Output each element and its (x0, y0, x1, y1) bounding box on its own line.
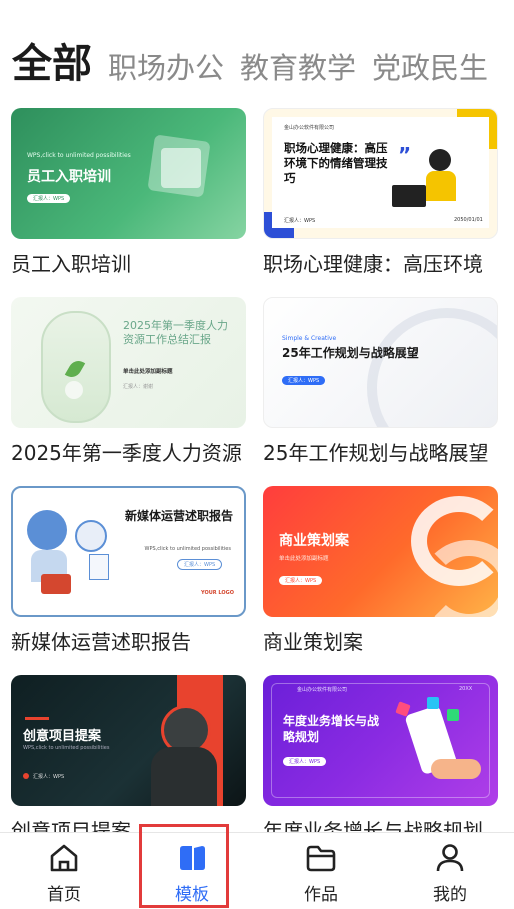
nav-home-label: 首页 (47, 885, 81, 905)
person-illustration (27, 510, 67, 550)
block-icon (447, 709, 459, 721)
thumb-pill: 汇报人：WPS (27, 194, 71, 203)
hand-illustration (431, 759, 481, 779)
accent-bar (25, 717, 49, 720)
template-thumbnail[interactable]: 金山办公软件有限公司 20XX 年度业务增长与战略规划 汇报人：WPS (263, 675, 498, 806)
thumb-title: 商业策划案 (279, 533, 349, 549)
nav-works-label: 作品 (304, 885, 338, 905)
person-illustration (75, 520, 107, 552)
template-card-work-plan[interactable]: Simple & Creative 25年工作规划与战略展望 汇报人：WPS 2… (263, 297, 498, 466)
thumb-subtitle: WPS,click to unlimited possibilities (144, 546, 231, 552)
thumb-pill: 汇报人：WPS (279, 576, 323, 585)
template-card-creative-proposal[interactable]: 创意项目提案 WPS,click to unlimited possibilit… (11, 675, 246, 844)
nav-works[interactable]: 作品 (257, 833, 385, 909)
person-illustration (426, 171, 456, 201)
template-thumbnail[interactable]: 新媒体运营述职报告 WPS,click to unlimited possibi… (11, 486, 246, 617)
nav-home[interactable]: 首页 (0, 833, 128, 909)
template-card-new-media[interactable]: 新媒体运营述职报告 WPS,click to unlimited possibi… (11, 486, 246, 655)
bottom-nav: 首页 模板 作品 我的 (0, 832, 514, 909)
document-illustration (89, 554, 109, 580)
tab-government[interactable]: 党政民生 (372, 46, 488, 90)
thumb-company: 金山办公软件有限公司 (297, 687, 348, 693)
quote-icon: ” (398, 143, 412, 167)
tab-education[interactable]: 教育教学 (240, 46, 356, 90)
template-thumbnail[interactable]: 2025年第一季度人力资源工作总结汇报 单击此处添加副标题 汇报人：谢谢 (11, 297, 246, 428)
block-icon (427, 697, 439, 709)
thumb-title: 25年工作规划与战略展望 (282, 346, 419, 360)
thumb-subtitle: WPS,click to unlimited possibilities (27, 152, 131, 159)
template-caption: 25年工作规划与战略展望 (263, 441, 489, 465)
template-thumbnail[interactable]: 商业策划案 单击此处添加副标题 汇报人：WPS (263, 486, 498, 617)
nav-profile[interactable]: 我的 (386, 833, 514, 909)
tab-all[interactable]: 全部 (12, 38, 92, 90)
template-thumbnail[interactable]: 创意项目提案 WPS,click to unlimited possibilit… (11, 675, 246, 806)
template-thumbnail[interactable]: 金山办公软件有限公司 职场心理健康：高压环境下的情绪管理技巧 ” 汇报人：WPS… (263, 108, 498, 239)
selection-highlight (139, 824, 229, 908)
thumb-title: 创意项目提案 (23, 729, 102, 744)
template-caption: 员工入职培训 (11, 252, 131, 276)
thumb-logo: YOUR LOGO (201, 590, 234, 596)
cube-graphic-inner (161, 148, 201, 188)
category-tabs: 全部 职场办公 教育教学 党政民生 (12, 38, 504, 90)
template-card-hr-summary[interactable]: 2025年第一季度人力资源工作总结汇报 单击此处添加副标题 汇报人：谢谢 202… (11, 297, 246, 466)
folder-icon (306, 845, 336, 872)
thumb-title: 2025年第一季度人力资源工作总结汇报 (123, 319, 228, 346)
thumb-subtitle: 单击此处添加副标题 (279, 556, 329, 562)
thumb-subtitle: WPS,click to unlimited possibilities (23, 745, 110, 751)
thumb-date: 2050/01/01 (454, 217, 483, 223)
s-logo-graphic (403, 496, 498, 617)
template-card-business-plan[interactable]: 商业策划案 单击此处添加副标题 汇报人：WPS 商业策划案 (263, 486, 498, 655)
thumb-pill: 汇报人：WPS (282, 376, 326, 385)
laptop-illustration (41, 574, 71, 594)
nav-profile-label: 我的 (433, 885, 467, 905)
template-caption: 2025年第一季度人力资源 (11, 441, 242, 465)
thumb-date: 20XX (459, 686, 473, 692)
template-card-onboarding[interactable]: WPS,click to unlimited possibilities 员工入… (11, 108, 246, 277)
template-card-mental-health[interactable]: 金山办公软件有限公司 职场心理健康：高压环境下的情绪管理技巧 ” 汇报人：WPS… (263, 108, 498, 277)
thumb-reporter: 汇报人：谢谢 (123, 384, 154, 390)
home-icon (50, 844, 78, 872)
template-caption: 新媒体运营述职报告 (11, 630, 191, 654)
template-card-annual-growth[interactable]: 金山办公软件有限公司 20XX 年度业务增长与战略规划 汇报人：WPS 年度业务… (263, 675, 498, 844)
thumb-subtitle: 单击此处添加副标题 (123, 369, 173, 375)
template-caption: 职场心理健康：高压环境 (263, 252, 483, 276)
thumb-pill: 汇报人：WPS (283, 757, 327, 766)
person-illustration (429, 149, 451, 171)
template-thumbnail[interactable]: WPS,click to unlimited possibilities 员工入… (11, 108, 246, 239)
vase-illustration (65, 381, 83, 399)
tab-office[interactable]: 职场办公 (108, 46, 224, 90)
dot-icon (23, 773, 29, 779)
thumb-title: 职场心理健康：高压环境下的情绪管理技巧 (284, 141, 388, 185)
thumb-reporter: 汇报人：WPS (284, 218, 316, 224)
thumb-title: 员工入职培训 (27, 169, 111, 185)
laptop-illustration (392, 185, 426, 207)
thumb-title: 新媒体运营述职报告 (124, 509, 233, 523)
thumb-subtitle: Simple & Creative (282, 335, 337, 342)
template-thumbnail[interactable]: Simple & Creative 25年工作规划与战略展望 汇报人：WPS (263, 297, 498, 428)
thumb-reporter: 汇报人：WPS (33, 774, 65, 780)
thumb-title: 年度业务增长与战略规划 (283, 714, 380, 744)
template-caption: 商业策划案 (263, 630, 363, 654)
thumb-company: 金山办公软件有限公司 (284, 125, 335, 131)
thumb-pill: 汇报人：WPS (177, 559, 223, 570)
astronaut-illustration (151, 747, 217, 806)
wave-decoration (367, 308, 497, 427)
user-icon (436, 844, 464, 872)
